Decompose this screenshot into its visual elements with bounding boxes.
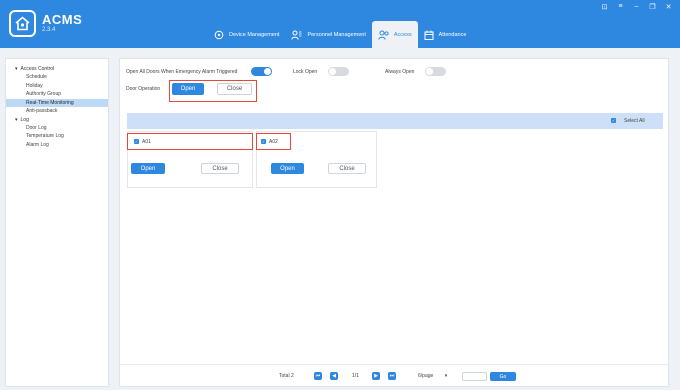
- device-icon: [214, 30, 224, 39]
- lock-open-label: Lock Open: [293, 69, 318, 75]
- close-icon[interactable]: ✕: [665, 3, 672, 11]
- last-page-button[interactable]: ⏭: [388, 372, 396, 380]
- pin-icon[interactable]: ⊡: [601, 3, 608, 11]
- tab-attendance[interactable]: Attendance: [418, 21, 473, 48]
- top-bar: ACMS 2.3.4 ⊡ ≡ – ❐ ✕ Device Management P…: [0, 0, 680, 48]
- sidebar: ▾ Access Control Schedule Holiday Author…: [5, 58, 109, 387]
- tab-label: Access: [393, 31, 412, 38]
- minimize-icon[interactable]: –: [633, 3, 640, 10]
- sidebar-item-door-log[interactable]: Door Log: [6, 124, 108, 133]
- pagination: Total 2 ⏮ ◀ 1/1 ▶ ⏭ 6/page ▾ Go: [120, 364, 670, 386]
- device-open-button[interactable]: Open: [271, 163, 304, 174]
- sidebar-item-holiday[interactable]: Holiday: [6, 82, 108, 91]
- tab-label: Personnel Management: [307, 31, 366, 38]
- window-controls: ⊡ ≡ – ❐ ✕: [601, 3, 672, 11]
- sidebar-item-alarm-log[interactable]: Alarm Log: [6, 141, 108, 150]
- people-icon: [291, 30, 302, 40]
- select-all-bar: ✓ Select All: [127, 113, 663, 129]
- chevron-down-icon: ▾: [444, 373, 448, 379]
- sidebar-item-schedule[interactable]: Schedule: [6, 73, 108, 82]
- sidebar-group-access-control[interactable]: ▾ Access Control: [6, 65, 108, 73]
- emergency-open-toggle[interactable]: [251, 67, 272, 76]
- sidebar-item-authority-group[interactable]: Authority Group: [6, 90, 108, 99]
- device-close-button[interactable]: Close: [201, 163, 239, 174]
- always-open-toggle[interactable]: [425, 67, 446, 76]
- tab-access[interactable]: Access: [371, 21, 418, 48]
- app-logo: [9, 10, 36, 37]
- main-panel: Open All Doors When Emergency Alarm Trig…: [119, 58, 670, 387]
- door-close-button[interactable]: Close: [217, 83, 252, 95]
- next-page-button[interactable]: ▶: [372, 372, 380, 380]
- chevron-down-icon: ▾: [15, 66, 18, 72]
- device-open-button[interactable]: Open: [131, 163, 165, 174]
- tab-label: Attendance: [438, 31, 467, 38]
- door-open-button[interactable]: Open: [172, 83, 204, 95]
- sidebar-item-temperature-log[interactable]: Temperature Log: [6, 132, 108, 141]
- per-page-value: 6/page: [418, 373, 434, 379]
- device-close-button[interactable]: Close: [328, 163, 366, 174]
- prev-page-button[interactable]: ◀: [330, 372, 338, 380]
- lock-open-toggle[interactable]: [328, 67, 349, 76]
- per-page-select[interactable]: 6/page ▾: [418, 373, 447, 379]
- main-nav: Device Management Personnel Management A…: [208, 21, 472, 48]
- sidebar-group-label: Access Control: [20, 66, 55, 72]
- first-page-button[interactable]: ⏮: [314, 372, 322, 380]
- menu-icon[interactable]: ≡: [617, 3, 624, 10]
- app-version: 2.3.4: [42, 27, 56, 33]
- door-operation-label: Door Operation: [126, 86, 161, 92]
- tab-label: Device Management: [229, 31, 280, 38]
- sidebar-group-log[interactable]: ▾ Log: [6, 116, 108, 124]
- total-count: Total 2: [279, 373, 294, 379]
- device-highlight-a01: [127, 133, 253, 150]
- page-indicator: 1/1: [352, 373, 359, 379]
- sidebar-item-real-time-monitoring[interactable]: Real-Time Monitoring: [6, 98, 108, 107]
- calendar-icon: [424, 30, 434, 40]
- app-title: ACMS: [42, 12, 83, 27]
- select-all-label: Select All: [624, 118, 645, 124]
- restore-icon[interactable]: ❐: [649, 3, 656, 11]
- always-open-label: Always Open: [385, 69, 415, 75]
- go-button[interactable]: Go: [490, 372, 516, 381]
- sidebar-group-label: Log: [20, 116, 29, 123]
- home-key-icon: [15, 16, 30, 31]
- access-icon: [378, 30, 389, 40]
- tab-device-management[interactable]: Device Management: [208, 21, 285, 48]
- emergency-open-label: Open All Doors When Emergency Alarm Trig…: [126, 69, 238, 75]
- device-highlight-a02: [256, 133, 291, 150]
- sidebar-item-anti-passback[interactable]: Anti-passback: [6, 107, 108, 116]
- select-all-checkbox[interactable]: ✓: [611, 118, 616, 123]
- tab-personnel-management[interactable]: Personnel Management: [285, 21, 371, 48]
- goto-page-input[interactable]: [462, 372, 487, 381]
- chevron-down-icon: ▾: [15, 116, 18, 123]
